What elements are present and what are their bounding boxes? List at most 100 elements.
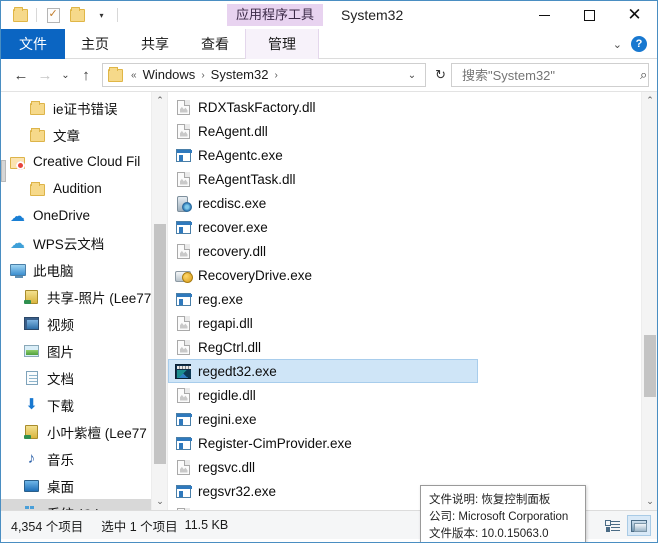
search-input[interactable]: [460, 66, 640, 84]
sidebar-item-system-c[interactable]: 系统 (C:): [1, 499, 167, 510]
desktop-icon: [23, 478, 40, 494]
scrollbar-thumb[interactable]: [154, 224, 166, 464]
file-name: ReAgentTask.dll: [198, 171, 296, 187]
sidebar-item-creative-cloud-files[interactable]: Creative Cloud Fil: [1, 148, 167, 175]
qat-separator: [36, 8, 37, 22]
up-button[interactable]: ↑: [74, 63, 98, 87]
list-item[interactable]: regsvc.dll: [168, 455, 657, 479]
list-item-selected[interactable]: regedt32.exe: [168, 359, 478, 383]
sidebar-item-desktop[interactable]: 桌面: [1, 472, 167, 499]
file-list-scrollbar[interactable]: ⌃ ⌄: [641, 92, 657, 510]
large-icons-view-button[interactable]: [627, 515, 651, 536]
sidebar-item-wps-cloud[interactable]: ☁ WPS云文档: [1, 229, 167, 256]
navigation-pane-splitter[interactable]: [1, 160, 6, 182]
sidebar-item-label: 视频: [47, 317, 74, 333]
folder-icon: [12, 6, 28, 22]
ribbon-tab-bar: 文件 主页 共享 查看 管理 ⌄ ?: [1, 29, 657, 59]
exe-file-icon: [174, 411, 192, 427]
search-box[interactable]: ⌕: [451, 63, 649, 87]
address-dropdown-button[interactable]: ⌄: [401, 70, 423, 81]
wps-cloud-icon: ☁: [10, 234, 25, 252]
breadcrumb-item-windows[interactable]: Windows: [140, 64, 199, 86]
qat-new-folder-button[interactable]: [9, 4, 31, 26]
qat-properties-button[interactable]: [42, 4, 64, 26]
scroll-down-button[interactable]: ⌄: [642, 493, 657, 510]
list-item[interactable]: ReAgentc.exe: [168, 143, 657, 167]
navigation-tree: ie证书错误 文章 Creative Cloud Fil Audition ☁ …: [1, 92, 167, 510]
qat-open-button[interactable]: [66, 4, 88, 26]
chevron-down-icon: ▾: [99, 10, 104, 20]
sidebar-item-videos[interactable]: 视频: [1, 310, 167, 337]
sidebar-item-documents[interactable]: 文档: [1, 364, 167, 391]
file-name: ReAgentc.exe: [198, 147, 283, 163]
list-item[interactable]: RegCtrl.dll: [168, 335, 657, 359]
scrollbar-thumb[interactable]: [644, 335, 656, 397]
navigation-pane-scrollbar[interactable]: ⌃ ⌄: [151, 92, 167, 510]
sidebar-item-shared-photos[interactable]: 共享-照片 (Lee77: [1, 283, 167, 310]
sidebar-item-music[interactable]: ♪ 音乐: [1, 445, 167, 472]
list-item[interactable]: recovery.dll: [168, 239, 657, 263]
contextual-tab-group: 应用程序工具: [227, 4, 324, 26]
list-item[interactable]: Register-CimProvider.exe: [168, 431, 657, 455]
list-item[interactable]: regapi.dll: [168, 311, 657, 335]
help-button[interactable]: ?: [631, 36, 647, 52]
list-item[interactable]: RecoveryDrive.exe: [168, 263, 657, 287]
list-item[interactable]: regidle.dll: [168, 383, 657, 407]
navigation-pane: ie证书错误 文章 Creative Cloud Fil Audition ☁ …: [1, 92, 168, 510]
list-item[interactable]: recover.exe: [168, 215, 657, 239]
tab-home[interactable]: 主页: [65, 29, 125, 59]
list-item[interactable]: RDXTaskFactory.dll: [168, 95, 657, 119]
tab-manage[interactable]: 管理: [245, 29, 319, 59]
maximize-button[interactable]: [567, 1, 612, 29]
file-info-tooltip: 文件说明: 恢复控制面板 公司: Microsoft Corporation 文…: [420, 485, 586, 542]
tab-share[interactable]: 共享: [125, 29, 185, 59]
details-view-button[interactable]: [600, 515, 624, 536]
sidebar-item-label: WPS云文档: [33, 236, 105, 252]
folder-icon: [108, 66, 123, 82]
list-item[interactable]: ReAgentTask.dll: [168, 167, 657, 191]
exe-file-icon: [174, 435, 192, 451]
sidebar-item-this-pc[interactable]: 此电脑: [1, 256, 167, 283]
network-drive-icon: [23, 289, 40, 305]
address-bar[interactable]: « Windows › System32 › ⌄: [102, 63, 427, 87]
list-item[interactable]: ReAgent.dll: [168, 119, 657, 143]
chevron-down-icon: ⌄: [646, 496, 654, 506]
back-button[interactable]: ←: [9, 63, 33, 87]
scroll-down-button[interactable]: ⌄: [152, 493, 167, 510]
sidebar-item-audition[interactable]: Audition: [1, 175, 167, 202]
sidebar-item-onedrive[interactable]: ☁ OneDrive: [1, 202, 167, 229]
tab-view[interactable]: 查看: [185, 29, 245, 59]
file-name: recover.exe: [198, 219, 268, 235]
recent-locations-button[interactable]: ⌄: [57, 63, 74, 87]
quick-access-toolbar: ▾: [1, 1, 121, 29]
search-icon: ⌕: [640, 67, 648, 82]
sidebar-item-downloads[interactable]: ⬇ 下载: [1, 391, 167, 418]
close-button[interactable]: ✕: [612, 1, 657, 29]
qat-customize-button[interactable]: ▾: [90, 4, 112, 26]
sidebar-item-ie-cert-error[interactable]: ie证书错误: [1, 94, 167, 121]
expand-ribbon-button[interactable]: ⌄: [613, 38, 622, 51]
scroll-up-button[interactable]: ⌃: [152, 92, 167, 109]
sidebar-item-label: Audition: [53, 181, 102, 196]
minimize-button[interactable]: [522, 1, 567, 29]
scroll-up-button[interactable]: ⌃: [642, 92, 657, 109]
refresh-button[interactable]: ↻: [430, 67, 451, 83]
sidebar-item-label: 文档: [47, 371, 74, 387]
list-item[interactable]: reg.exe: [168, 287, 657, 311]
explorer-body: ie证书错误 文章 Creative Cloud Fil Audition ☁ …: [1, 91, 657, 542]
window-title: System32: [341, 7, 404, 23]
arrow-up-icon: ↑: [82, 66, 90, 84]
breadcrumb-item-system32[interactable]: System32: [208, 64, 272, 86]
tab-file[interactable]: 文件: [1, 29, 65, 59]
breadcrumb-separator-1[interactable]: ›: [198, 70, 207, 81]
list-item[interactable]: recdisc.exe: [168, 191, 657, 215]
list-item[interactable]: regini.exe: [168, 407, 657, 431]
sidebar-item-pictures[interactable]: 图片: [1, 337, 167, 364]
sidebar-item-label: 下载: [47, 398, 74, 414]
dll-file-icon: [174, 171, 192, 187]
file-name: RDXTaskFactory.dll: [198, 99, 316, 115]
breadcrumb-separator-2[interactable]: ›: [271, 70, 280, 81]
sidebar-item-xiaoye-zitan[interactable]: 小叶紫檀 (Lee77: [1, 418, 167, 445]
sidebar-item-articles[interactable]: 文章: [1, 121, 167, 148]
forward-button[interactable]: →: [33, 63, 57, 87]
